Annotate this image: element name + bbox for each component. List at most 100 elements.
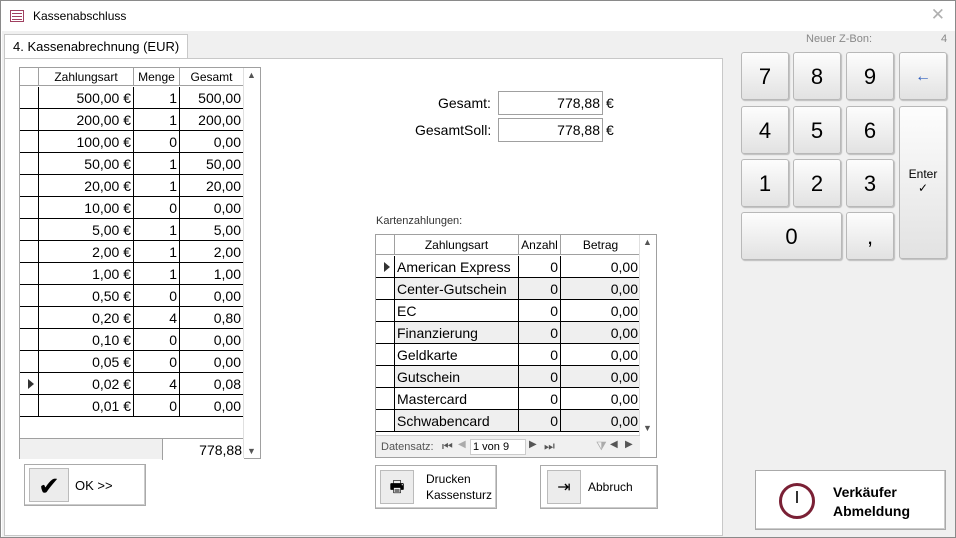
vertical-scrollbar[interactable]: ▲ ▼ (243, 68, 260, 458)
col-header-menge[interactable]: Menge (134, 68, 180, 86)
table-row[interactable]: Finanzierung 0 0,00 (376, 322, 641, 344)
key-1[interactable]: 1 (741, 159, 789, 207)
cash-quantity[interactable]: 4 (134, 307, 180, 329)
cash-quantity[interactable]: 0 (134, 329, 180, 351)
key-3[interactable]: 3 (846, 159, 894, 207)
record-selector[interactable] (20, 395, 39, 417)
record-selector[interactable] (376, 410, 395, 432)
record-selector[interactable] (20, 263, 39, 285)
table-row[interactable]: 0,02 €4 0,08 (20, 373, 244, 395)
gesamt-field[interactable]: 778,88 (498, 91, 603, 115)
ok-button[interactable]: ✔ OK >> (24, 464, 146, 506)
col-header-betrag[interactable]: Betrag (561, 235, 641, 255)
record-selector[interactable] (20, 109, 39, 131)
record-selector[interactable] (376, 322, 395, 344)
cash-quantity[interactable]: 1 (134, 241, 180, 263)
last-record-icon[interactable]: ⏭ (544, 439, 555, 454)
key-comma[interactable]: , (846, 212, 894, 260)
record-selector[interactable] (20, 197, 39, 219)
gesamtsoll-field[interactable]: 778,88 (498, 118, 603, 142)
col-header-anzahl[interactable]: Anzahl (519, 235, 561, 255)
cash-quantity[interactable]: 1 (134, 87, 180, 109)
cash-quantity[interactable]: 0 (134, 131, 180, 153)
table-row[interactable]: 20,00 €1 20,00 (20, 175, 244, 197)
table-row[interactable]: Mastercard 0 0,00 (376, 388, 641, 410)
cash-quantity[interactable]: 1 (134, 263, 180, 285)
record-selector[interactable] (20, 307, 39, 329)
key-0[interactable]: 0 (741, 212, 842, 260)
table-row[interactable]: 0,20 €4 0,80 (20, 307, 244, 329)
key-6[interactable]: 6 (846, 106, 894, 154)
record-selector[interactable] (20, 329, 39, 351)
next-record-icon[interactable]: ▶ (529, 439, 537, 450)
record-selector[interactable] (20, 87, 39, 109)
backspace-key[interactable]: ← (899, 52, 947, 100)
print-kassensturz-button[interactable]: 🖶 Drucken Kassensturz (375, 465, 497, 509)
record-selector[interactable] (376, 388, 395, 410)
table-row[interactable]: 200,00 €1 200,00 (20, 109, 244, 131)
seller-logout-button[interactable]: Verkäufer Abmeldung (755, 470, 946, 530)
cash-quantity[interactable]: 1 (134, 219, 180, 241)
record-selector[interactable] (20, 373, 39, 395)
key-7[interactable]: 7 (741, 52, 789, 100)
table-row[interactable]: 0,50 €0 0,00 (20, 285, 244, 307)
record-selector[interactable] (20, 175, 39, 197)
enter-key[interactable]: Enter ✓ (899, 106, 947, 259)
scroll-left-icon[interactable]: ◀ (610, 439, 618, 450)
scroll-up-icon[interactable]: ▲ (247, 70, 256, 80)
record-selector[interactable] (20, 153, 39, 175)
cash-quantity[interactable]: 4 (134, 373, 180, 395)
cash-quantity[interactable]: 0 (134, 285, 180, 307)
record-selector[interactable] (376, 256, 395, 278)
table-row[interactable]: 10,00 €0 0,00 (20, 197, 244, 219)
table-row[interactable]: 500,00 €1 500,00 (20, 87, 244, 109)
col-header-gesamt[interactable]: Gesamt (180, 68, 244, 86)
table-row[interactable]: Geldkarte 0 0,00 (376, 344, 641, 366)
cash-quantity[interactable]: 0 (134, 395, 180, 417)
key-5[interactable]: 5 (793, 106, 841, 154)
record-position[interactable]: 1 von 9 (470, 439, 526, 455)
record-selector[interactable] (20, 285, 39, 307)
record-selector[interactable] (376, 278, 395, 300)
col-header-zahlungsart[interactable]: Zahlungsart (39, 68, 134, 86)
table-row[interactable]: 50,00 €1 50,00 (20, 153, 244, 175)
table-row[interactable]: American Express 0 0,00 (376, 256, 641, 278)
first-record-icon[interactable]: ⏮ (442, 439, 453, 454)
col-header-zahlungsart[interactable]: Zahlungsart (395, 235, 519, 255)
prev-record-icon[interactable]: ◀ (458, 439, 466, 450)
table-row[interactable]: 0,10 €0 0,00 (20, 329, 244, 351)
record-selector[interactable] (376, 366, 395, 388)
vertical-scrollbar[interactable]: ▲ ▼ (639, 235, 656, 435)
scroll-down-icon[interactable]: ▼ (643, 423, 652, 433)
record-selector[interactable] (20, 219, 39, 241)
key-8[interactable]: 8 (793, 52, 841, 100)
tab-kassenabrechnung[interactable]: 4. Kassenabrechnung (EUR) (4, 34, 188, 59)
cash-quantity[interactable]: 0 (134, 351, 180, 373)
table-row[interactable]: Center-Gutschein 0 0,00 (376, 278, 641, 300)
table-row[interactable]: 100,00 €0 0,00 (20, 131, 244, 153)
cash-quantity[interactable]: 1 (134, 175, 180, 197)
card-payments-grid[interactable]: Zahlungsart Anzahl Betrag American Expre… (375, 234, 657, 458)
record-selector[interactable] (20, 131, 39, 153)
cash-quantity[interactable]: 0 (134, 197, 180, 219)
record-selector[interactable] (376, 344, 395, 366)
record-selector[interactable] (20, 351, 39, 373)
table-row[interactable]: Gutschein 0 0,00 (376, 366, 641, 388)
table-row[interactable]: 2,00 €1 2,00 (20, 241, 244, 263)
table-row[interactable]: Schwabencard 0 0,00 (376, 410, 641, 432)
record-selector[interactable] (20, 241, 39, 263)
scroll-down-icon[interactable]: ▼ (247, 446, 256, 456)
scroll-up-icon[interactable]: ▲ (643, 237, 652, 247)
table-row[interactable]: 5,00 €1 5,00 (20, 219, 244, 241)
table-row[interactable]: EC 0 0,00 (376, 300, 641, 322)
table-row[interactable]: 0,05 €0 0,00 (20, 351, 244, 373)
scroll-right-icon[interactable]: ▶ (625, 439, 633, 450)
table-row[interactable]: 1,00 €1 1,00 (20, 263, 244, 285)
filter-icon[interactable]: ⧩ (596, 439, 607, 454)
close-icon[interactable]: ✕ (931, 5, 945, 25)
key-4[interactable]: 4 (741, 106, 789, 154)
table-row[interactable]: 0,01 €0 0,00 (20, 395, 244, 417)
key-9[interactable]: 9 (846, 52, 894, 100)
key-2[interactable]: 2 (793, 159, 841, 207)
cash-quantity[interactable]: 1 (134, 153, 180, 175)
